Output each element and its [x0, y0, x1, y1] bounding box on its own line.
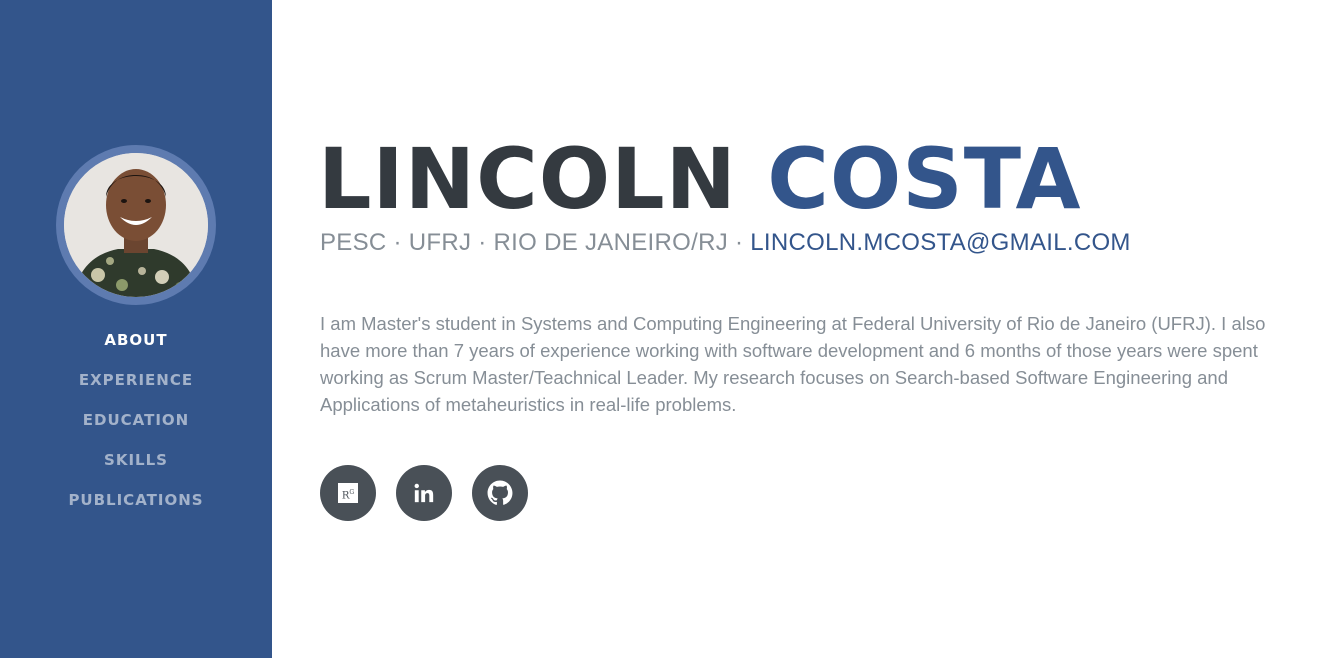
bio-text: I am Master's student in Systems and Com…: [320, 313, 1266, 415]
github-icon: [487, 480, 513, 505]
nav-link-experience[interactable]: EXPERIENCE: [79, 368, 193, 392]
avatar-photo: [64, 153, 208, 297]
subheading-location: PESC · UFRJ · RIO DE JANEIRO/RJ ·: [320, 229, 751, 256]
page-title: LINCOLN COSTA: [318, 124, 1082, 234]
nav-item-about: ABOUT: [0, 328, 272, 368]
linkedin-button[interactable]: [396, 465, 452, 521]
main-content: LINCOLN COSTA PESC · UFRJ · RIO DE JANEI…: [318, 0, 1280, 658]
sidebar: ABOUT EXPERIENCE EDUCATION SKILLS PUBLIC…: [0, 0, 272, 658]
avatar: [64, 153, 208, 297]
last-name: COSTA: [767, 130, 1082, 228]
nav-link-about[interactable]: ABOUT: [104, 328, 167, 352]
social-icons: RG: [320, 465, 548, 521]
subheading: PESC · UFRJ · RIO DE JANEIRO/RJ · LINCOL…: [320, 229, 1131, 257]
nav-item-education: EDUCATION: [0, 408, 272, 448]
email-link[interactable]: LINCOLN.MCOSTA@GMAIL.COM: [750, 229, 1131, 256]
researchgate-icon: RG: [338, 483, 358, 503]
github-button[interactable]: [472, 465, 528, 521]
researchgate-button[interactable]: RG: [320, 465, 376, 521]
first-name: LINCOLN: [318, 130, 737, 228]
linkedin-icon: [414, 483, 434, 503]
avatar-ring: [56, 145, 216, 305]
nav-item-experience: EXPERIENCE: [0, 368, 272, 408]
nav-item-publications: PUBLICATIONS: [0, 488, 272, 528]
nav-item-skills: SKILLS: [0, 448, 272, 488]
nav-link-skills[interactable]: SKILLS: [104, 448, 168, 472]
sidebar-nav: ABOUT EXPERIENCE EDUCATION SKILLS PUBLIC…: [0, 328, 272, 528]
nav-link-education[interactable]: EDUCATION: [83, 408, 189, 432]
nav-link-publications[interactable]: PUBLICATIONS: [68, 488, 203, 512]
